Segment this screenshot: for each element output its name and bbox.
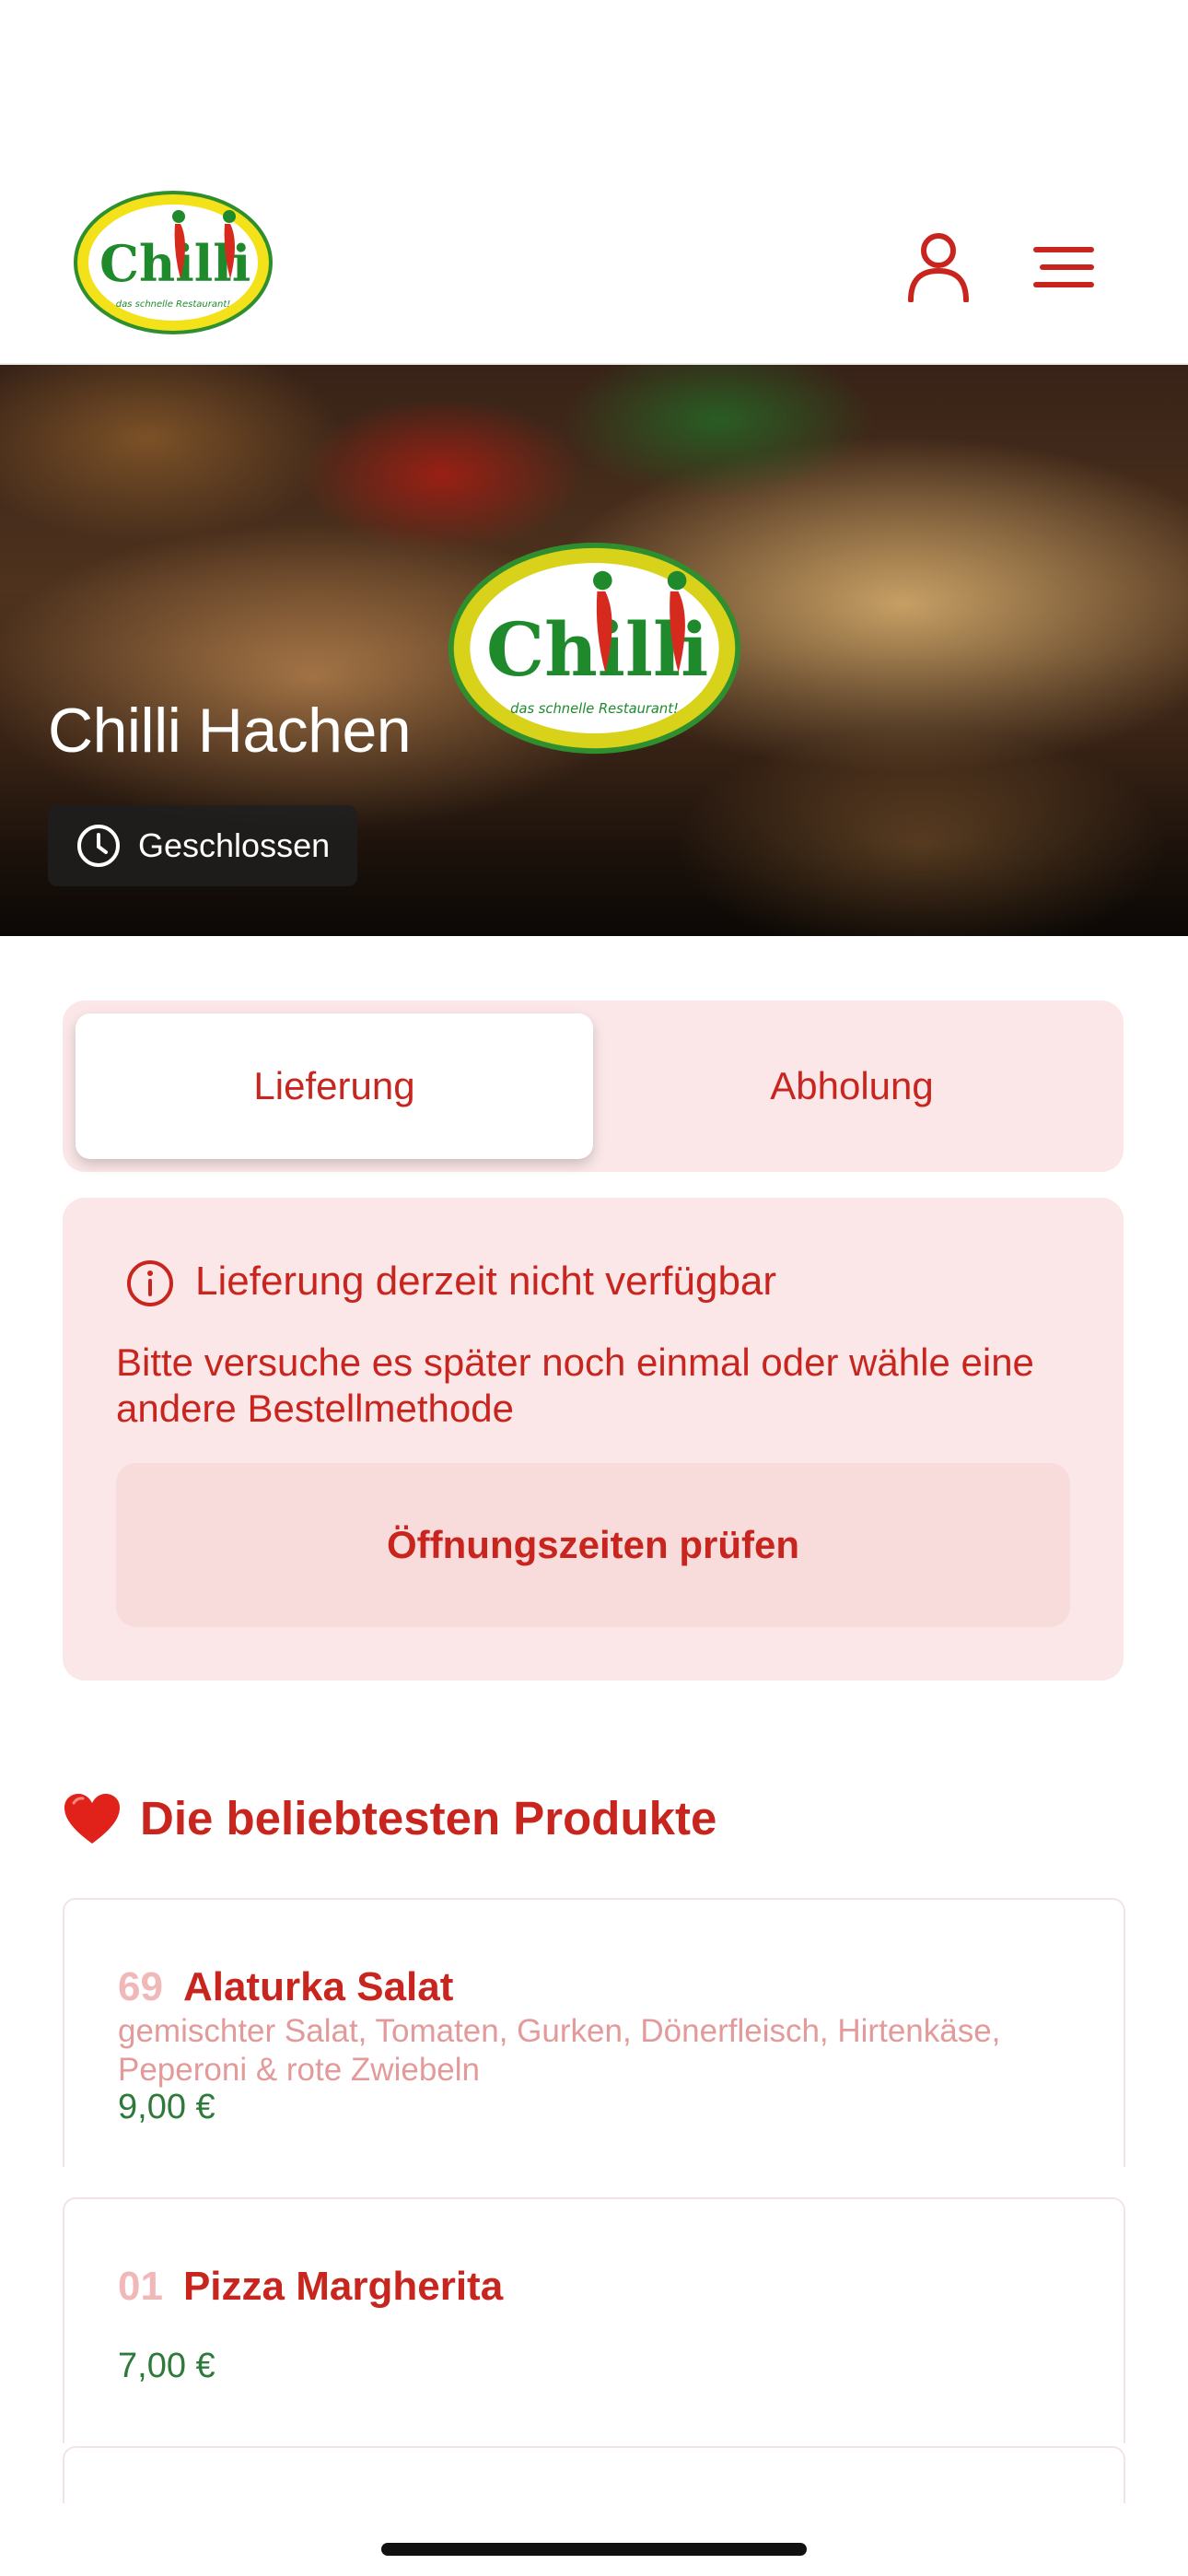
status-label: Geschlossen (138, 826, 331, 864)
heart-icon (64, 1793, 120, 1844)
product-description: gemischter Salat, Tomaten, Gurken, Döner… (118, 2013, 1001, 2088)
product-number: 69 (118, 1964, 163, 2009)
logo-tagline: das schnelle Restaurant! (116, 299, 231, 310)
product-card-partial[interactable] (63, 2446, 1125, 2503)
home-indicator (381, 2543, 807, 2556)
notice-text: Bitte versuche es später noch einmal ode… (116, 1341, 1034, 1430)
chilli-logo[interactable]: Chilli das schnelle Restaurant! (72, 189, 274, 336)
notice-title: Lieferung derzeit nicht verfügbar (195, 1259, 777, 1304)
user-icon (908, 233, 969, 302)
tab-delivery[interactable]: Lieferung (76, 1013, 593, 1159)
product-header: 69 Alaturka Salat (118, 1964, 453, 2010)
hero-banner: Chilli das schnelle Restaurant! Chilli H… (0, 365, 1188, 936)
tab-pickup[interactable]: Abholung (593, 1013, 1111, 1159)
product-name: Alaturka Salat (182, 1964, 454, 2009)
product-number: 01 (118, 2264, 163, 2309)
clock-icon (77, 825, 120, 867)
tab-pickup-label: Abholung (770, 1064, 934, 1107)
menu-button[interactable] (1013, 217, 1114, 318)
hamburger-menu-icon (1033, 247, 1094, 287)
check-opening-hours-button[interactable]: Öffnungszeiten prüfen (116, 1463, 1070, 1627)
popular-products-title: Die beliebtesten Produkte (140, 1792, 717, 1844)
info-icon (125, 1259, 175, 1313)
delivery-unavailable-notice: Lieferung derzeit nicht verfügbar Bitte … (63, 1198, 1124, 1680)
order-method-tabs: Lieferung Abholung (63, 1001, 1124, 1172)
product-price: 9,00 € (118, 2088, 215, 2126)
app-header: Chilli das schnelle Restaurant! (0, 0, 1188, 365)
product-name: Pizza Margherita (182, 2264, 504, 2309)
account-button[interactable] (888, 217, 989, 318)
restaurant-name: Chilli Hachen (48, 696, 412, 766)
hero-logo: Chilli das schnelle Restaurant! (445, 540, 744, 756)
product-header: 01 Pizza Margherita (118, 2264, 503, 2310)
popular-products-heading: Die beliebtesten Produkte (63, 1791, 716, 1845)
tab-delivery-label: Lieferung (253, 1064, 415, 1107)
product-price: 7,00 € (118, 2347, 215, 2385)
product-card[interactable]: 01 Pizza Margherita 7,00 € (63, 2197, 1125, 2443)
status-badge: Geschlossen (48, 805, 358, 886)
hero-logo-tagline: das schnelle Restaurant! (510, 701, 679, 717)
product-card[interactable]: 69 Alaturka Salat gemischter Salat, Toma… (63, 1898, 1125, 2167)
